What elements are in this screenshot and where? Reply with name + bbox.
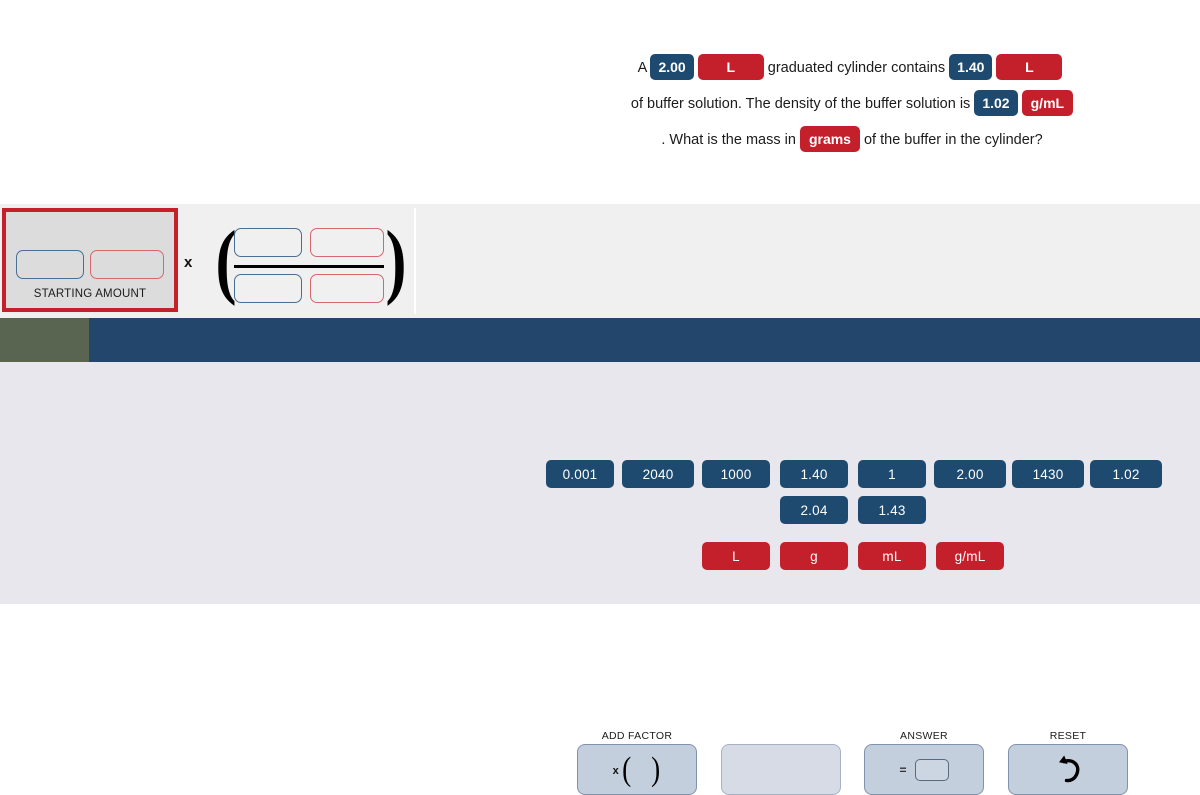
denominator-value-slot[interactable] bbox=[234, 274, 302, 303]
multiplication-sign: x bbox=[184, 254, 193, 271]
fraction-bar bbox=[234, 265, 384, 268]
chip-amount-unit: L bbox=[996, 54, 1063, 81]
add-factor-paren-right: ) bbox=[651, 750, 661, 788]
unit-tile[interactable]: L bbox=[702, 542, 770, 570]
starting-amount-value-slot[interactable] bbox=[16, 250, 84, 279]
conversion-factor-group: ( ) bbox=[206, 214, 406, 308]
numerator-unit-slot[interactable] bbox=[310, 228, 384, 257]
chip-volume-value: 2.00 bbox=[650, 54, 694, 81]
number-tile[interactable]: 1000 bbox=[702, 460, 770, 488]
number-tile[interactable]: 1430 bbox=[1012, 460, 1084, 488]
problem-text-segment-6: of the buffer in the bbox=[859, 132, 981, 148]
starting-amount-label: STARTING AMOUNT bbox=[33, 288, 147, 300]
problem-text: A 2.00 L graduated cylinder contains 1.4… bbox=[555, 50, 1145, 158]
add-factor-paren-left: ( bbox=[621, 750, 631, 788]
problem-text-segment-3: of buffer solution. The density bbox=[626, 96, 821, 112]
chip-target-unit: grams bbox=[799, 126, 860, 153]
problem-text-segment-7: cylinder? bbox=[984, 132, 1043, 148]
progress-band bbox=[0, 318, 1200, 362]
reset-caption: RESET bbox=[1049, 730, 1087, 742]
number-tile[interactable]: 1.02 bbox=[1090, 460, 1162, 488]
problem-text-segment-1: A bbox=[637, 60, 651, 76]
empty-factor-slot-button[interactable] bbox=[721, 744, 841, 795]
numerator-value-slot[interactable] bbox=[234, 228, 302, 257]
equals-sign: = bbox=[899, 762, 907, 777]
tile-tray: ADD FACTOR x ( ) ANSWER = RESET 0.001 204… bbox=[0, 362, 1200, 795]
reset-button[interactable] bbox=[1008, 744, 1128, 795]
add-factor-button[interactable]: x ( ) bbox=[577, 744, 697, 795]
number-tile[interactable]: 2.00 bbox=[934, 460, 1006, 488]
unit-tile[interactable]: mL bbox=[858, 542, 926, 570]
starting-amount-unit-slot[interactable] bbox=[90, 250, 164, 279]
problem-statement-area: A 2.00 L graduated cylinder contains 1.4… bbox=[0, 0, 1200, 196]
answer-inner: = bbox=[865, 745, 983, 794]
unit-tile[interactable]: g bbox=[780, 542, 848, 570]
chip-density-unit: g/mL bbox=[1021, 90, 1074, 117]
work-area-divider bbox=[414, 208, 416, 314]
denominator-unit-slot[interactable] bbox=[310, 274, 384, 303]
problem-text-segment-4: of the buffer solution is bbox=[824, 96, 975, 112]
answer-caption: ANSWER bbox=[900, 730, 948, 742]
unit-tile[interactable]: g/mL bbox=[936, 542, 1004, 570]
number-tile[interactable]: 2.04 bbox=[780, 496, 848, 524]
number-tile[interactable]: 1.43 bbox=[858, 496, 926, 524]
number-tile[interactable]: 1.40 bbox=[780, 460, 848, 488]
problem-text-segment-5: . What is the mass in bbox=[657, 132, 800, 148]
undo-arrow-icon bbox=[1009, 745, 1127, 794]
problem-text-segment-2: graduated cylinder contains bbox=[763, 60, 950, 76]
answer-value-slot[interactable] bbox=[914, 758, 949, 781]
add-factor-caption: ADD FACTOR bbox=[601, 730, 673, 742]
work-strip: STARTING AMOUNT x ( ) bbox=[0, 204, 1200, 318]
right-parenthesis: ) bbox=[385, 214, 407, 307]
number-tile[interactable]: 0.001 bbox=[546, 460, 614, 488]
progress-band-segment bbox=[0, 318, 89, 362]
chip-density-value: 1.02 bbox=[974, 90, 1018, 117]
add-factor-icon: x ( ) bbox=[578, 745, 696, 794]
add-factor-times-glyph: x bbox=[612, 764, 619, 777]
number-tile[interactable]: 1 bbox=[858, 460, 926, 488]
number-tile[interactable]: 2040 bbox=[622, 460, 694, 488]
chip-amount-value: 1.40 bbox=[949, 54, 993, 81]
starting-amount-box[interactable]: STARTING AMOUNT bbox=[2, 208, 178, 312]
answer-button[interactable]: = bbox=[864, 744, 984, 795]
chip-volume-unit: L bbox=[697, 54, 764, 81]
